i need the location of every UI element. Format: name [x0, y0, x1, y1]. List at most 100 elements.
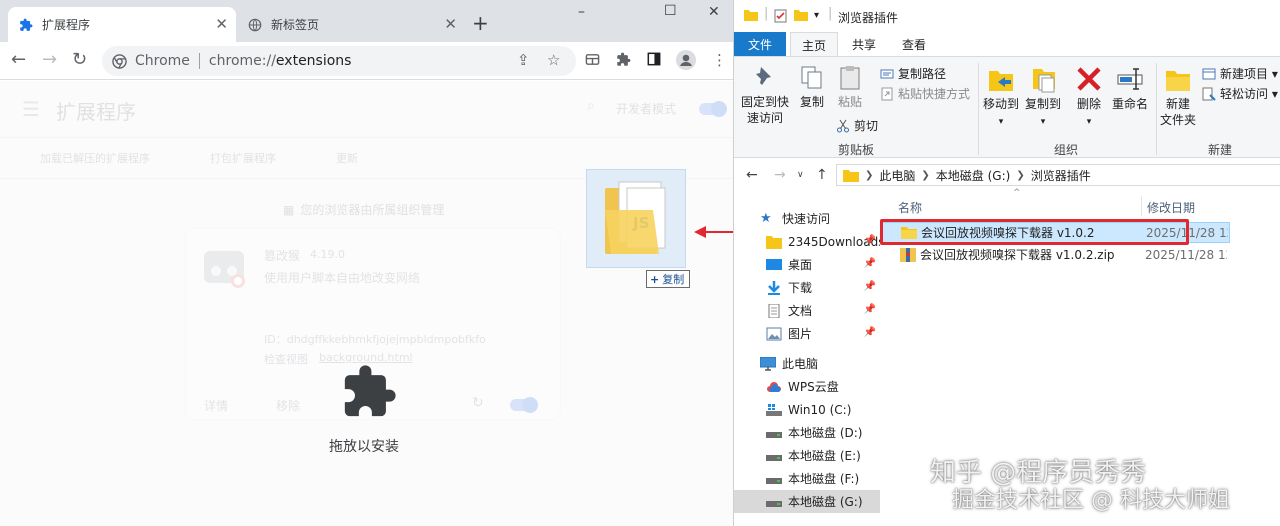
nav-label: 此电脑	[782, 357, 819, 371]
move-to-label: 移动到	[982, 97, 1019, 111]
rename-icon	[1117, 68, 1143, 90]
copy-badge: + 复制	[646, 270, 691, 288]
tab-new-tab[interactable]: 新标签页 ✕	[237, 7, 465, 42]
rename-button[interactable]: 重命名	[1110, 65, 1150, 112]
copy-badge-label: 复制	[662, 273, 685, 286]
minimize-button[interactable]: –	[578, 4, 585, 20]
star-icon[interactable]: ☆	[547, 52, 560, 68]
new-tab-button[interactable]: +	[472, 13, 489, 33]
star-icon: ★	[760, 210, 772, 226]
new-folder-quick-icon[interactable]	[794, 9, 808, 25]
close-tab-icon[interactable]: ✕	[215, 16, 228, 32]
nav-pc-item-drive-g[interactable]: 本地磁盘 (G:)	[734, 490, 880, 513]
tab-view[interactable]: 查看	[902, 36, 926, 53]
extensions-page: ☰ 扩展程序 ⌕ 开发者模式 加载已解压的扩展程序 打包扩展程序 更新 ▦ 您的浏…	[0, 81, 733, 526]
copy-path-button[interactable]: 复制路径	[880, 65, 946, 82]
nav-quick-item-pictures[interactable]: 图片 📌	[734, 322, 880, 345]
chrome-window: 扩展程序 ✕ 新标签页 ✕ + – ☐ ✕ ← → ↻ Chrome chrom…	[0, 0, 733, 526]
cut-button[interactable]: 剪切	[836, 117, 878, 134]
paste-button[interactable]: 粘贴	[834, 65, 866, 110]
back-arrow-icon[interactable]: ←	[746, 167, 758, 183]
new-item-button[interactable]: 新建项目 ▾	[1202, 65, 1278, 82]
pin-to-quick-access-button[interactable]: 固定到快 速访问	[740, 65, 790, 126]
nav-quick-item-desktop[interactable]: 桌面 📌	[734, 253, 880, 276]
new-group-label: 新建	[1208, 143, 1233, 157]
recent-dropdown-icon[interactable]: ∨	[797, 170, 804, 180]
nav-quick-item-downloads-folder[interactable]: 2345Downloads 📌	[734, 230, 880, 253]
tab-home[interactable]: 主页	[790, 32, 838, 57]
drop-overlay[interactable]	[0, 81, 733, 526]
drive-icon	[766, 454, 782, 461]
nav-pc-item-drive-d[interactable]: 本地磁盘 (D:)	[734, 421, 880, 444]
nav-quick-item-downloads[interactable]: 下载 📌	[734, 276, 880, 299]
menu-kebab-icon[interactable]: ⋮	[712, 52, 727, 68]
omnibox[interactable]: Chrome chrome://extensions	[102, 46, 576, 76]
copy-to-button[interactable]: 复制到 ▾	[1024, 65, 1062, 130]
pin-icon: 📌	[863, 327, 876, 338]
forward-arrow-icon[interactable]: →	[42, 51, 57, 69]
qat-dropdown-icon[interactable]: ▾	[814, 10, 819, 21]
breadcrumb-chevron-icon: ❯	[1016, 169, 1025, 181]
maximize-button[interactable]: ☐	[664, 3, 677, 19]
easy-access-button[interactable]: 轻松访问 ▾	[1202, 85, 1278, 102]
scissors-icon	[837, 119, 849, 132]
nav-pc-item-drive-f[interactable]: 本地磁盘 (F:)	[734, 467, 880, 490]
desktop-icon	[766, 258, 782, 270]
close-window-button[interactable]: ✕	[708, 4, 720, 20]
pin-icon: 📌	[863, 304, 876, 315]
drive-icon	[766, 500, 782, 507]
explorer-window-title: 浏览器插件	[838, 11, 899, 25]
file-explorer-window: | ▾ | 浏览器插件 文件 主页 共享 查看 固定到快 速访问 复制 粘贴 复…	[733, 0, 1280, 526]
column-separator[interactable]	[1141, 196, 1142, 216]
new-folder-button[interactable]: 新建 文件夹	[1158, 65, 1198, 128]
copy-to-label: 复制到	[1024, 97, 1061, 111]
pin-icon: 📌	[863, 258, 876, 269]
file-row-zip[interactable]: 会议回放视频嗅探下载器 v1.0.2.zip 2025/11/28 12:	[882, 244, 1230, 265]
nav-pc-item-drive-c[interactable]: Win10 (C:)	[734, 398, 880, 421]
copy-icon	[801, 66, 822, 89]
close-tab-icon[interactable]: ✕	[444, 16, 457, 32]
copy-label: 复制	[799, 95, 824, 109]
app-grid-icon[interactable]	[585, 52, 600, 70]
side-panel-icon[interactable]	[647, 52, 661, 69]
pin-label-line1: 固定到快	[740, 95, 789, 109]
windows-drive-icon	[766, 403, 782, 416]
breadcrumb-drive-g[interactable]: 本地磁盘 (G:)	[936, 167, 1011, 184]
back-arrow-icon[interactable]: ←	[11, 51, 26, 69]
pin-icon	[756, 67, 771, 85]
profile-avatar-icon[interactable]	[676, 50, 696, 73]
share-icon[interactable]: ⇪	[517, 52, 530, 68]
address-bar[interactable]: ❯ 此电脑 ❯ 本地磁盘 (G:) ❯ 浏览器插件	[836, 164, 1280, 186]
breadcrumb-current-folder[interactable]: 浏览器插件	[1031, 167, 1091, 184]
tab-share[interactable]: 共享	[852, 36, 876, 53]
pin-label-line2: 速访问	[746, 111, 783, 125]
tab-title: 扩展程序	[42, 18, 91, 32]
extensions-puzzle-icon[interactable]	[616, 52, 631, 70]
up-arrow-icon[interactable]: ↑	[816, 167, 828, 183]
sort-ascending-icon: ^	[1013, 188, 1021, 198]
breadcrumb-this-pc[interactable]: 此电脑	[879, 167, 915, 184]
column-header-name[interactable]: 名称	[898, 199, 922, 216]
breadcrumb-chevron-icon: ❯	[921, 169, 930, 181]
copy-button[interactable]: 复制	[796, 65, 828, 110]
browser-toolbar: ← → ↻ Chrome chrome://extensions ⇪ ☆ ⋮	[0, 42, 733, 80]
tab-extensions[interactable]: 扩展程序 ✕	[8, 7, 236, 42]
nav-label: 快速访问	[782, 212, 831, 226]
paste-shortcut-button[interactable]: 粘贴快捷方式	[880, 85, 970, 102]
nav-this-pc[interactable]: 此电脑	[734, 352, 880, 375]
nav-quick-item-documents[interactable]: 文档 📌	[734, 299, 880, 322]
new-folder-icon	[1166, 71, 1190, 91]
forward-arrow-icon[interactable]: →	[774, 167, 786, 183]
move-to-button[interactable]: 移动到 ▾	[982, 65, 1020, 130]
tab-file[interactable]: 文件	[734, 32, 786, 56]
properties-icon[interactable]	[774, 9, 787, 27]
nav-pc-item-drive-e[interactable]: 本地磁盘 (E:)	[734, 444, 880, 467]
nav-pc-item-wps-cloud[interactable]: WPS云盘	[734, 375, 880, 398]
copy-to-dropdown-icon: ▾	[1040, 117, 1046, 127]
reload-icon[interactable]: ↻	[72, 51, 87, 69]
delete-button[interactable]: 删除 ▾	[1072, 65, 1106, 130]
nav-quick-access[interactable]: ★ 快速访问	[734, 207, 880, 230]
copy-path-icon	[880, 69, 894, 78]
download-icon	[768, 280, 780, 295]
column-header-date[interactable]: 修改日期	[1147, 199, 1195, 216]
